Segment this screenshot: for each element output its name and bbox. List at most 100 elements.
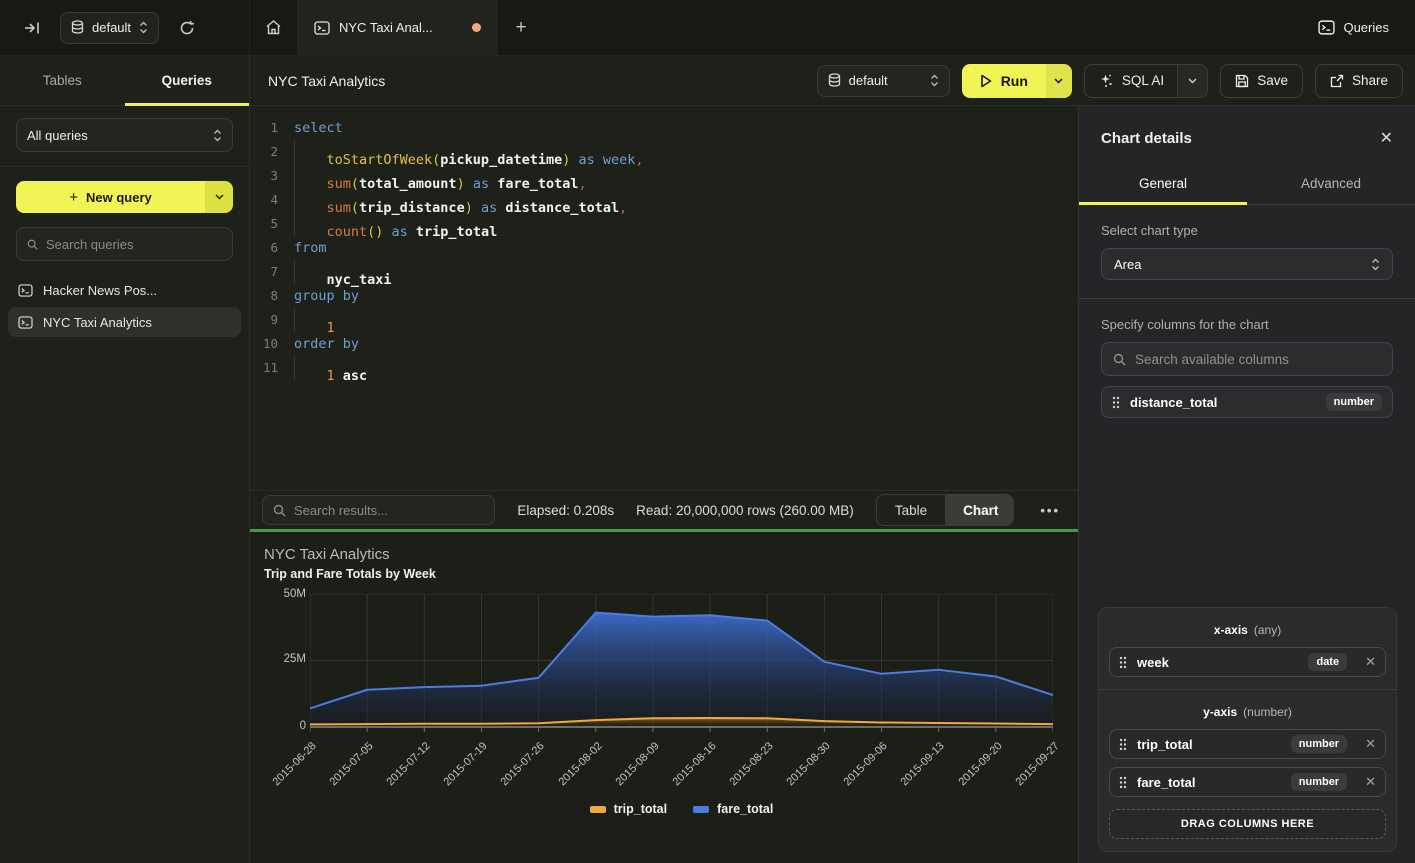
x-axis-labels: 2015-06-282015-07-052015-07-122015-07-19…	[310, 732, 1053, 802]
column-name: distance_total	[1130, 395, 1217, 410]
sql-ai-button[interactable]: SQL AI	[1084, 64, 1208, 98]
close-icon[interactable]: ✕	[1380, 131, 1393, 147]
view-toggle-table[interactable]: Table	[877, 495, 945, 525]
drag-handle-icon[interactable]	[1119, 656, 1127, 669]
column-type-badge: date	[1308, 653, 1347, 671]
query-filter-select[interactable]: All queries	[16, 118, 233, 152]
code-line[interactable]: 111 asc	[250, 356, 1078, 380]
x-tick-label: 2015-08-23	[727, 740, 775, 788]
sidebar-tab-tables[interactable]: Tables	[0, 56, 125, 105]
legend-item-trip_total[interactable]: trip_total	[590, 802, 667, 816]
run-database-selector[interactable]: default	[817, 65, 950, 97]
code-line[interactable]: 2toStartOfWeek(pickup_datetime) as week,	[250, 140, 1078, 164]
y-axis-column-fare-total[interactable]: fare_total number ✕	[1109, 767, 1386, 797]
view-toggle-chart[interactable]: Chart	[945, 495, 1014, 525]
search-icon	[1113, 353, 1126, 366]
line-number: 7	[250, 260, 278, 284]
column-name: week	[1137, 655, 1169, 670]
query-list-item[interactable]: Hacker News Pos...	[8, 275, 241, 305]
remove-column-icon[interactable]: ✕	[1357, 654, 1376, 670]
home-tab[interactable]	[250, 0, 298, 55]
chevron-down-icon	[1188, 78, 1197, 84]
run-button[interactable]: Run	[962, 64, 1072, 98]
line-number: 3	[250, 164, 278, 188]
remove-column-icon[interactable]: ✕	[1357, 774, 1376, 790]
column-type-badge: number	[1291, 773, 1347, 791]
query-list-item-selected[interactable]: NYC Taxi Analytics	[8, 307, 241, 337]
code-line[interactable]: 4sum(trip_distance) as distance_total,	[250, 188, 1078, 212]
drag-handle-icon[interactable]	[1119, 738, 1127, 751]
x-tick-label: 2015-07-19	[442, 740, 490, 788]
chevron-down-icon	[1054, 78, 1063, 84]
code-line[interactable]: 1select	[250, 116, 1078, 140]
line-number: 9	[250, 308, 278, 332]
code-line[interactable]: 3sum(total_amount) as fare_total,	[250, 164, 1078, 188]
code-line[interactable]: 7nyc_taxi	[250, 260, 1078, 284]
remove-column-icon[interactable]: ✕	[1357, 736, 1376, 752]
drag-columns-dropzone[interactable]: DRAG COLUMNS HERE	[1109, 809, 1386, 839]
sql-editor[interactable]: 1select2toStartOfWeek(pickup_datetime) a…	[250, 106, 1078, 490]
run-button-main[interactable]: Run	[962, 64, 1046, 98]
chevron-down-icon	[215, 194, 224, 200]
drag-handle-icon[interactable]	[1119, 776, 1127, 789]
sidebar: Tables Queries All queries + New query	[0, 56, 250, 863]
save-button[interactable]: Save	[1220, 64, 1303, 98]
x-tick-label: 2015-09-27	[1013, 740, 1061, 788]
share-button[interactable]: Share	[1315, 64, 1403, 98]
details-tabs: General Advanced	[1079, 165, 1415, 205]
terminal-icon	[18, 284, 33, 297]
query-tab[interactable]: NYC Taxi Anal...	[298, 0, 498, 55]
legend-item-fare_total[interactable]: fare_total	[693, 802, 773, 816]
code-line[interactable]: 91	[250, 308, 1078, 332]
run-label: Run	[1001, 73, 1028, 89]
tab-advanced[interactable]: Advanced	[1247, 165, 1415, 204]
code-line[interactable]: 5count() as trip_total	[250, 212, 1078, 236]
database-icon	[828, 73, 841, 88]
chevron-updown-icon	[1371, 258, 1380, 271]
results-toolbar: Elapsed: 0.208s Read: 20,000,000 rows (2…	[250, 490, 1078, 529]
search-icon	[273, 504, 286, 517]
search-columns-input[interactable]	[1135, 352, 1381, 367]
available-column-distance-total[interactable]: distance_total number	[1101, 386, 1393, 418]
query-header: NYC Taxi Analytics default Run	[250, 56, 1415, 106]
run-options-caret[interactable]	[1046, 64, 1072, 98]
search-queries-box	[16, 227, 233, 261]
details-header: Chart details ✕	[1079, 106, 1415, 165]
search-results-input[interactable]	[294, 503, 484, 518]
column-name: trip_total	[1137, 737, 1193, 752]
x-tick-label: 2015-08-02	[556, 740, 604, 788]
columns-label: Specify columns for the chart	[1101, 317, 1393, 332]
details-title: Chart details	[1101, 130, 1192, 147]
collapse-sidebar-icon[interactable]	[18, 14, 46, 42]
y-axis-column-trip-total[interactable]: trip_total number ✕	[1109, 729, 1386, 759]
x-tick-label: 2015-09-06	[842, 740, 890, 788]
line-number: 8	[250, 284, 278, 308]
new-query-button[interactable]: + New query	[16, 181, 233, 213]
new-tab-button[interactable]: +	[498, 0, 544, 55]
queries-button[interactable]: Queries	[1318, 0, 1415, 55]
share-label: Share	[1352, 73, 1388, 88]
area-chart-plot[interactable]	[310, 594, 1053, 734]
more-options-icon[interactable]: •••	[1036, 503, 1064, 518]
search-queries-input[interactable]	[46, 237, 222, 252]
legend-label: trip_total	[614, 802, 667, 816]
play-icon	[980, 74, 992, 88]
refresh-icon[interactable]	[173, 14, 201, 42]
chevron-updown-icon	[213, 129, 222, 142]
chart-type-select[interactable]: Area	[1101, 248, 1393, 280]
y-axis-header: y-axis(number)	[1109, 702, 1386, 729]
chart-legend: trip_total fare_total	[310, 802, 1053, 816]
drag-handle-icon[interactable]	[1112, 396, 1120, 409]
tab-general[interactable]: General	[1079, 165, 1247, 204]
query-name: NYC Taxi Analytics	[43, 315, 152, 330]
search-columns-box	[1101, 342, 1393, 376]
sql-ai-caret[interactable]	[1177, 65, 1207, 97]
x-axis-column-week[interactable]: week date ✕	[1109, 647, 1386, 677]
sql-ai-main[interactable]: SQL AI	[1085, 65, 1177, 97]
sidebar-tab-queries[interactable]: Queries	[125, 56, 250, 105]
new-query-main[interactable]: + New query	[16, 181, 205, 213]
new-query-caret[interactable]	[205, 181, 233, 213]
terminal-icon	[18, 316, 33, 329]
database-selector[interactable]: default	[60, 12, 159, 44]
code-line[interactable]: 10order by	[250, 332, 1078, 356]
